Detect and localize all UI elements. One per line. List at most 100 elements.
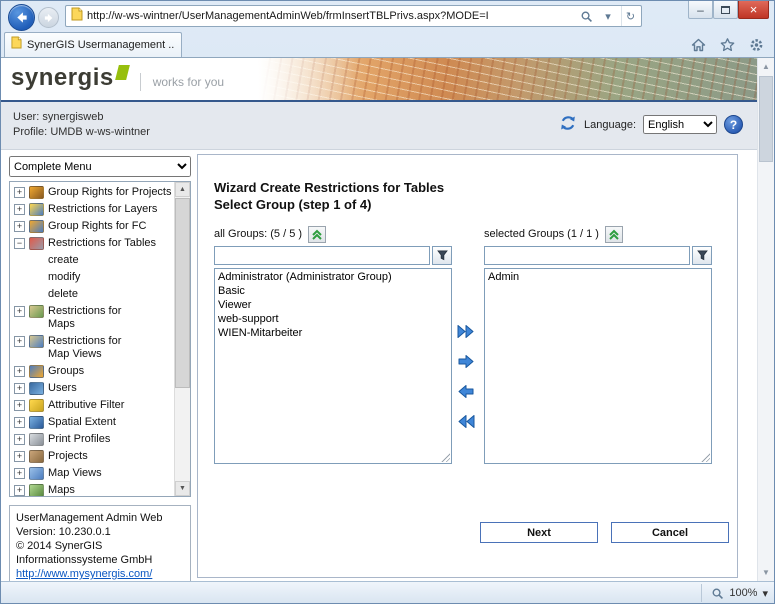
tree-subitem[interactable]: delete xyxy=(12,286,172,303)
tree-item-label: Restrictions for Maps xyxy=(48,305,132,331)
refresh-selected-groups-button[interactable] xyxy=(605,226,623,243)
tree-item[interactable]: + Restrictions for Map Views xyxy=(12,333,172,363)
all-groups-filter-input[interactable] xyxy=(214,246,430,265)
synergis-logo: synergis works for you xyxy=(11,64,224,92)
tree-item[interactable]: + Groups xyxy=(12,363,172,380)
cancel-button[interactable]: Cancel xyxy=(611,522,729,543)
tree-scroll-thumb[interactable] xyxy=(175,198,190,388)
tree-item[interactable]: − Restrictions for Tables xyxy=(12,235,172,252)
expand-icon[interactable]: + xyxy=(14,366,25,377)
resize-grip-icon[interactable] xyxy=(700,452,710,462)
tree-item[interactable]: + Group Rights for Projects xyxy=(12,184,172,201)
favorites-star-icon[interactable] xyxy=(717,35,737,55)
tree-item[interactable]: + Group Rights for FC xyxy=(12,218,172,235)
zoom-control[interactable]: 100% ▾ xyxy=(701,584,768,602)
back-button[interactable] xyxy=(8,4,35,31)
selected-groups-filter-button[interactable] xyxy=(692,246,712,265)
help-button[interactable]: ? xyxy=(724,115,743,134)
move-left-button[interactable] xyxy=(454,383,478,400)
expand-icon[interactable]: + xyxy=(14,383,25,394)
tree-item-label: Groups xyxy=(48,365,84,378)
tree-subitem-label: create xyxy=(48,254,79,267)
language-select[interactable]: English xyxy=(643,115,717,134)
expand-icon[interactable]: + xyxy=(14,187,25,198)
tree-scroll-up-icon[interactable]: ▲ xyxy=(175,182,190,197)
maximize-button[interactable] xyxy=(713,1,738,19)
all-groups-filter-button[interactable] xyxy=(432,246,452,265)
expand-icon[interactable]: + xyxy=(14,204,25,215)
list-option[interactable]: Viewer xyxy=(216,298,450,312)
expand-icon[interactable]: + xyxy=(14,468,25,479)
move-all-right-button[interactable] xyxy=(454,323,478,340)
expand-icon[interactable]: + xyxy=(14,417,25,428)
list-option[interactable]: Admin xyxy=(486,270,710,284)
list-option[interactable]: WIEN-Mitarbeiter xyxy=(216,326,450,340)
tree-item-label: Group Rights for Projects xyxy=(48,186,172,199)
expand-icon[interactable]: + xyxy=(14,306,25,317)
expand-icon[interactable]: + xyxy=(14,221,25,232)
selected-groups-filter-input[interactable] xyxy=(484,246,690,265)
wizard-buttons: Next Cancel xyxy=(480,522,729,543)
expand-icon[interactable]: + xyxy=(14,400,25,411)
menu-tree: ▲ ▼ +Group Rights for Projects+Restricti… xyxy=(9,181,191,497)
tree-item[interactable]: +Spatial Extent xyxy=(12,414,172,431)
expand-icon[interactable]: + xyxy=(14,451,25,462)
zoom-dropdown-icon[interactable]: ▾ xyxy=(762,587,768,600)
tree-subitem-label: modify xyxy=(48,271,80,284)
tree-item[interactable]: +Restrictions for Layers xyxy=(12,201,172,218)
address-dropdown-icon[interactable]: ▾ xyxy=(599,6,617,26)
list-option[interactable]: Administrator (Administrator Group) xyxy=(216,270,450,284)
tree-item-label: Maps xyxy=(48,484,75,497)
tree-scroll-down-icon[interactable]: ▼ xyxy=(175,481,190,496)
expand-icon[interactable]: + xyxy=(14,336,25,347)
address-bar[interactable]: ▾ ↻ xyxy=(65,5,642,27)
tree-scrollbar[interactable]: ▲ ▼ xyxy=(174,182,190,496)
sync-icon[interactable] xyxy=(559,114,577,135)
settings-gear-icon[interactable] xyxy=(746,35,766,55)
next-button[interactable]: Next xyxy=(480,522,598,543)
expand-icon[interactable]: + xyxy=(14,434,25,445)
menu-filter-select[interactable]: Complete Menu xyxy=(9,156,191,177)
all-groups-column: all Groups: (5 / 5 ) xyxy=(214,225,452,464)
search-icon[interactable] xyxy=(577,6,595,26)
tree-item[interactable]: + Maps xyxy=(12,482,172,497)
restrictions-map-views-icon xyxy=(29,335,44,348)
resize-grip-icon[interactable] xyxy=(440,452,450,462)
expand-icon[interactable]: + xyxy=(14,485,25,496)
tree-item[interactable]: + Users xyxy=(12,380,172,397)
move-right-button[interactable] xyxy=(454,353,478,370)
browser-tab[interactable]: SynerGIS Usermanagement ... xyxy=(4,32,182,57)
move-all-left-button[interactable] xyxy=(454,413,478,430)
all-groups-listbox[interactable]: Administrator (Administrator Group)Basic… xyxy=(214,268,452,464)
tab-title: SynerGIS Usermanagement ... xyxy=(27,39,175,51)
close-button[interactable]: × xyxy=(738,1,769,19)
home-icon[interactable] xyxy=(688,35,708,55)
scroll-up-icon[interactable]: ▲ xyxy=(758,58,774,75)
page-scrollbar[interactable]: ▲ ▼ xyxy=(757,58,774,581)
tree-item-label: Restrictions for Tables xyxy=(48,237,156,250)
list-option[interactable]: web-support xyxy=(216,312,450,326)
url-input[interactable] xyxy=(87,10,573,22)
tree-item[interactable]: +Print Profiles xyxy=(12,431,172,448)
tree-item-label: Restrictions for Map Views xyxy=(48,335,132,361)
tree-subitem[interactable]: modify xyxy=(12,269,172,286)
footer-link[interactable]: http://www.mysynergis.com/ xyxy=(16,568,152,580)
minimize-button[interactable]: – xyxy=(688,1,713,19)
maximize-icon xyxy=(721,6,730,14)
tree-item-label: Users xyxy=(48,382,77,395)
refresh-icon[interactable]: ↻ xyxy=(621,6,639,26)
tree-item[interactable]: + Restrictions for Maps xyxy=(12,303,172,333)
green-up-arrows-icon xyxy=(608,228,620,240)
tree-subitem[interactable]: create xyxy=(12,252,172,269)
list-option[interactable]: Basic xyxy=(216,284,450,298)
tree-item-label: Group Rights for FC xyxy=(48,220,146,233)
collapse-icon[interactable]: − xyxy=(14,238,25,249)
tree-item[interactable]: +Map Views xyxy=(12,465,172,482)
scroll-down-icon[interactable]: ▼ xyxy=(758,564,774,581)
tree-item[interactable]: +Projects xyxy=(12,448,172,465)
refresh-all-groups-button[interactable] xyxy=(308,226,326,243)
forward-button[interactable] xyxy=(38,7,59,28)
scroll-thumb[interactable] xyxy=(759,76,773,162)
selected-groups-listbox[interactable]: Admin xyxy=(484,268,712,464)
tree-item[interactable]: +Attributive Filter xyxy=(12,397,172,414)
